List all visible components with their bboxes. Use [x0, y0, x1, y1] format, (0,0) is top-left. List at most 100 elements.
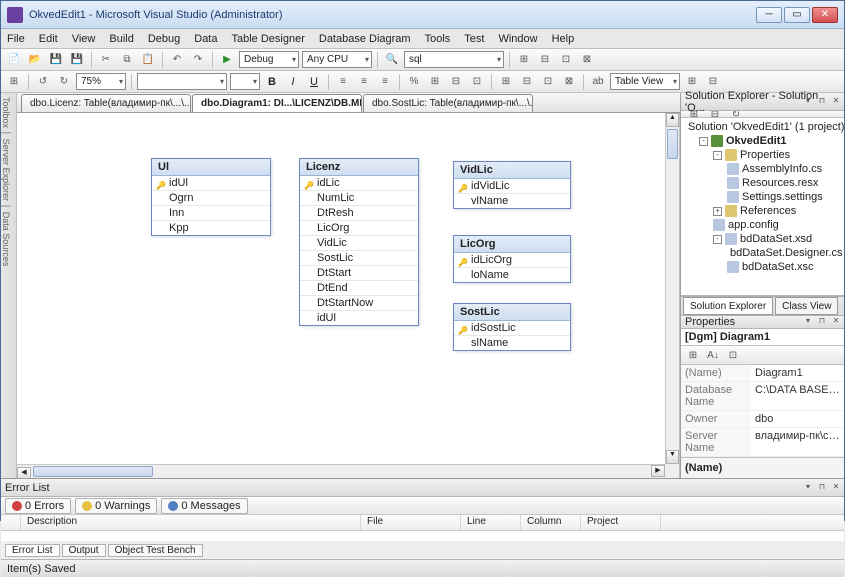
- dropdown-icon[interactable]: ▾: [802, 96, 814, 108]
- menu-data[interactable]: Data: [194, 33, 217, 45]
- vertical-scrollbar[interactable]: ▲▼: [665, 113, 679, 464]
- tree-item[interactable]: app.config: [728, 219, 779, 231]
- column-header[interactable]: Column: [521, 515, 581, 530]
- column-header[interactable]: File: [361, 515, 461, 530]
- maximize-button[interactable]: ▭: [784, 7, 810, 23]
- align-right-icon[interactable]: ≡: [376, 73, 394, 91]
- table-column[interactable]: idVidLic: [454, 179, 570, 194]
- menu-table-designer[interactable]: Table Designer: [232, 33, 305, 45]
- toolbox-icon[interactable]: ⊞: [515, 51, 533, 69]
- project-node[interactable]: OkvedEdit1: [726, 135, 787, 147]
- column-header[interactable]: Project: [581, 515, 661, 530]
- pin-icon[interactable]: ⊓: [816, 96, 828, 108]
- tb-icon[interactable]: ab: [589, 73, 607, 91]
- property-row[interactable]: Ownerdbo: [681, 411, 844, 428]
- table-column[interactable]: Ogrn: [152, 191, 270, 206]
- expand-icon[interactable]: +: [713, 207, 722, 216]
- new-project-icon[interactable]: 📄: [5, 51, 23, 69]
- solution-tree[interactable]: Solution 'OkvedEdit1' (1 project) -Okved…: [681, 118, 844, 296]
- table-column[interactable]: DtStart: [300, 266, 418, 281]
- config-combo[interactable]: Debug: [239, 51, 299, 68]
- table-column[interactable]: idUl: [152, 176, 270, 191]
- tb-icon[interactable]: ⊟: [704, 73, 722, 91]
- tb-icon2[interactable]: ⊡: [557, 51, 575, 69]
- expand-icon[interactable]: -: [713, 235, 722, 244]
- table-column[interactable]: idSostLic: [454, 321, 570, 336]
- error-filter[interactable]: 0 Warnings: [75, 498, 157, 514]
- tb-icon[interactable]: %: [405, 73, 423, 91]
- left-dock[interactable]: Toolbox │ Server Explorer │ Data Sources: [1, 93, 17, 478]
- table-header[interactable]: Licenz: [300, 159, 418, 176]
- open-icon[interactable]: 📂: [26, 51, 44, 69]
- table-column[interactable]: loName: [454, 268, 570, 282]
- db-table-sostlic[interactable]: SostLicidSostLicslName: [453, 303, 571, 351]
- save-all-icon[interactable]: 💾: [68, 51, 86, 69]
- tab-sostlic-table[interactable]: dbo.SostLic: Table(владимир-пк\...\...): [363, 94, 533, 112]
- tree-item[interactable]: bdDataSet.xsc: [742, 261, 814, 273]
- tab-class-view[interactable]: Class View: [775, 297, 838, 315]
- tableview-combo[interactable]: Table View: [610, 73, 680, 90]
- minimize-button[interactable]: ─: [756, 7, 782, 23]
- tb-icon[interactable]: ⊞: [497, 73, 515, 91]
- tb-icon3[interactable]: ⊠: [578, 51, 596, 69]
- table-column[interactable]: vlName: [454, 194, 570, 208]
- references-node[interactable]: References: [740, 205, 796, 217]
- table-column[interactable]: slName: [454, 336, 570, 350]
- table-header[interactable]: LicOrg: [454, 236, 570, 253]
- menu-file[interactable]: File: [7, 33, 25, 45]
- horizontal-scrollbar[interactable]: ◀▶: [17, 464, 665, 478]
- redo-icon[interactable]: ↷: [189, 51, 207, 69]
- tb-icon[interactable]: ⊡: [539, 73, 557, 91]
- table-column[interactable]: idUl: [300, 311, 418, 325]
- paste-icon[interactable]: 📋: [139, 51, 157, 69]
- column-header[interactable]: Description: [21, 515, 361, 530]
- table-column[interactable]: idLic: [300, 176, 418, 191]
- zoom-combo[interactable]: 75%: [76, 73, 126, 90]
- cut-icon[interactable]: ✂: [97, 51, 115, 69]
- tb-icon[interactable]: ⊞: [683, 73, 701, 91]
- db-table-licenz[interactable]: LicenzidLicNumLicDtReshLicOrgVidLicSostL…: [299, 158, 419, 326]
- db-table-vidlic[interactable]: VidLicidVidLicvlName: [453, 161, 571, 209]
- start-debug-icon[interactable]: ▶: [218, 51, 236, 69]
- close-icon[interactable]: ✕: [830, 482, 842, 494]
- menu-test[interactable]: Test: [464, 33, 484, 45]
- size-combo[interactable]: [230, 73, 260, 90]
- menu-window[interactable]: Window: [498, 33, 537, 45]
- tab-error-list[interactable]: Error List: [5, 544, 60, 557]
- dropdown-icon[interactable]: ▾: [802, 316, 814, 328]
- table-column[interactable]: NumLic: [300, 191, 418, 206]
- properties-grid[interactable]: (Name)Diagram1Database NameC:\DATA BASES…: [681, 365, 844, 457]
- tb-icon[interactable]: ↻: [55, 73, 73, 91]
- tree-item[interactable]: bdDataSet.xsd: [740, 233, 812, 245]
- menu-build[interactable]: Build: [109, 33, 133, 45]
- properties-node[interactable]: Properties: [740, 149, 790, 161]
- table-column[interactable]: Kpp: [152, 221, 270, 235]
- property-row[interactable]: Server Nameвладимир-пк\cf37a0: [681, 428, 844, 457]
- tb-icon[interactable]: ⊞: [426, 73, 444, 91]
- tb-icon[interactable]: ⊟: [447, 73, 465, 91]
- pin-icon[interactable]: ⊓: [816, 482, 828, 494]
- table-column[interactable]: LicOrg: [300, 221, 418, 236]
- tree-item[interactable]: bdDataSet.Designer.cs: [730, 247, 843, 259]
- tree-item[interactable]: Resources.resx: [742, 177, 818, 189]
- close-icon[interactable]: ✕: [830, 96, 842, 108]
- categorize-icon[interactable]: ⊞: [684, 346, 702, 364]
- table-column[interactable]: DtStartNow: [300, 296, 418, 311]
- font-combo[interactable]: [137, 73, 227, 90]
- diagram-canvas[interactable]: SostLicidSostLicslNameLicOrgidLicOrgloNa…: [17, 113, 680, 478]
- tb-icon[interactable]: ⊠: [560, 73, 578, 91]
- error-filter[interactable]: 0 Errors: [5, 498, 71, 514]
- table-column[interactable]: DtResh: [300, 206, 418, 221]
- table-column[interactable]: DtEnd: [300, 281, 418, 296]
- menu-debug[interactable]: Debug: [148, 33, 180, 45]
- table-column[interactable]: Inn: [152, 206, 270, 221]
- column-header[interactable]: Line: [461, 515, 521, 530]
- close-icon[interactable]: ✕: [830, 316, 842, 328]
- italic-icon[interactable]: I: [284, 73, 302, 91]
- expand-icon[interactable]: -: [699, 137, 708, 146]
- menu-tools[interactable]: Tools: [425, 33, 451, 45]
- find-icon[interactable]: 🔍: [383, 51, 401, 69]
- tab-output[interactable]: Output: [62, 544, 106, 557]
- table-header[interactable]: SostLic: [454, 304, 570, 321]
- tb-icon[interactable]: ⊟: [536, 51, 554, 69]
